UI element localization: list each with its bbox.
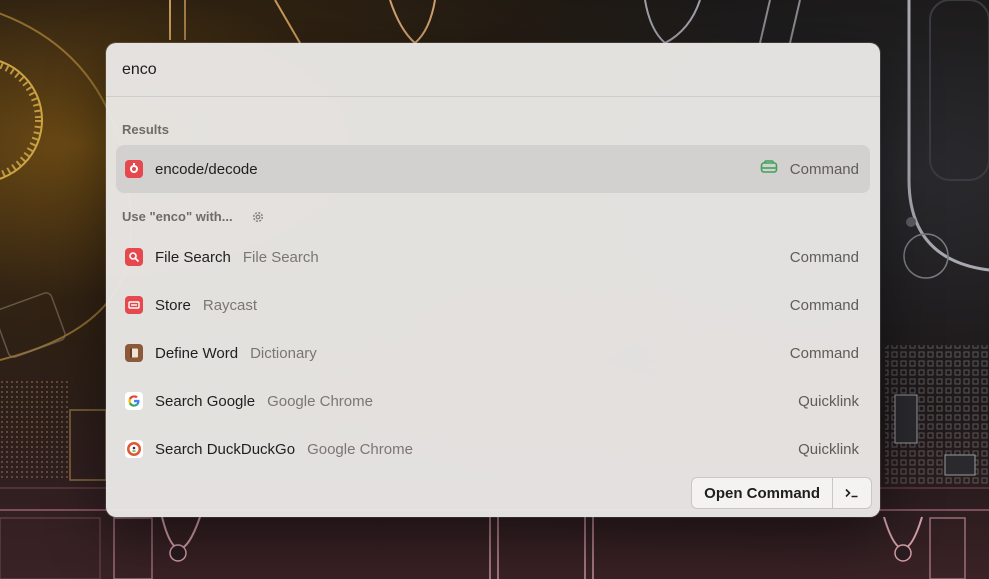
fallback-title: Define Word [155, 344, 239, 362]
fallback-type-label: Command [789, 344, 859, 362]
search-input[interactable] [122, 57, 822, 83]
result-item-encode-decode[interactable]: encode/decode Command [116, 145, 870, 193]
fallback-type-label: Quicklink [798, 392, 859, 410]
fallback-type-label: Quicklink [798, 440, 859, 458]
fallback-title: Search DuckDuckGo [155, 440, 296, 458]
fallback-subtitle: Raycast [202, 296, 258, 314]
fallback-subtitle: Google Chrome [267, 392, 373, 410]
fallback-title: Search Google [155, 392, 256, 410]
terminal-prompt-icon [845, 488, 858, 498]
search-bar [106, 43, 880, 97]
duckduckgo-icon [125, 440, 143, 458]
fallback-subtitle: File Search [242, 248, 319, 266]
actions-shortcut-button[interactable] [832, 478, 871, 508]
fallback-title-text: Use "enco" with... [122, 209, 233, 224]
file-search-icon [125, 248, 143, 266]
fallback-item-define-word[interactable]: Define Word Dictionary Command [116, 329, 870, 377]
fallback-title: File Search [155, 248, 231, 266]
result-title: encode/decode [155, 160, 258, 178]
result-accessory: Command [760, 160, 859, 178]
command-palette: Results encode/decode Command Use "enco"… [106, 43, 880, 517]
results-section-title: Results [122, 122, 169, 137]
result-type-label: Command [789, 160, 859, 178]
gear-icon[interactable] [251, 210, 265, 224]
fallback-subtitle: Dictionary [250, 344, 317, 362]
fallback-subtitle: Google Chrome [307, 440, 413, 458]
action-bar: Open Command [691, 477, 872, 509]
open-command-button[interactable]: Open Command [692, 478, 832, 508]
fallback-type-label: Command [789, 248, 859, 266]
fallback-item-search-google[interactable]: Search Google Google Chrome Quicklink [116, 377, 870, 425]
fallback-item-search-duckduckgo[interactable]: Search DuckDuckGo Google Chrome Quicklin… [116, 425, 870, 473]
google-icon [125, 392, 143, 410]
dictionary-icon [125, 344, 143, 362]
store-icon [125, 296, 143, 314]
fallback-section-title: Use "enco" with... [122, 209, 265, 224]
fallback-type-label: Command [789, 296, 859, 314]
encode-decode-icon [125, 160, 143, 178]
fallback-title: Store [155, 296, 191, 314]
fallback-item-store[interactable]: Store Raycast Command [116, 281, 870, 329]
extension-tray-icon [760, 160, 778, 178]
fallback-item-file-search[interactable]: File Search File Search Command [116, 233, 870, 281]
